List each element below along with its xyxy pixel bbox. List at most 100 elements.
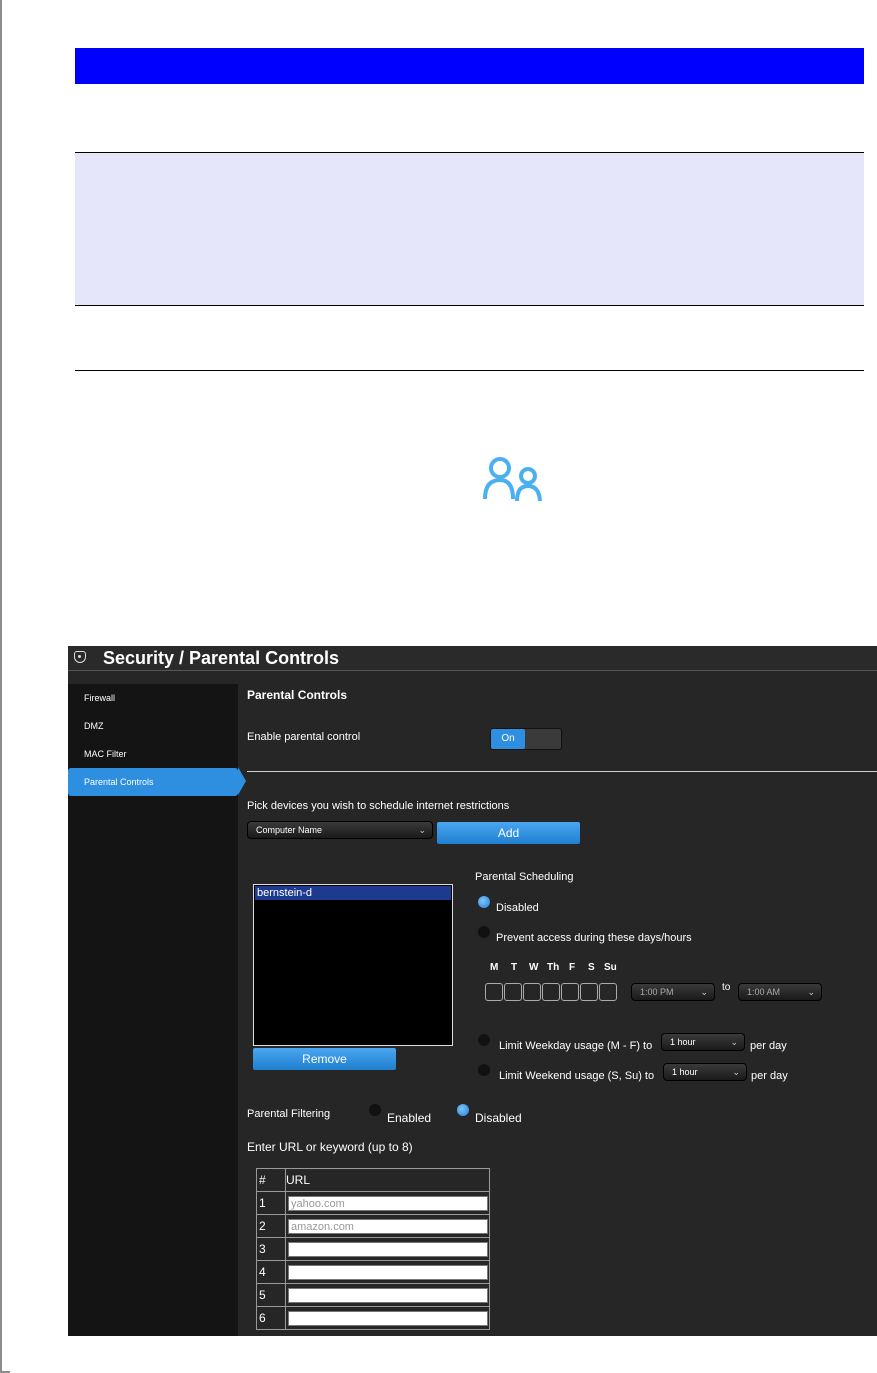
chevron-down-icon: ⌄ (700, 987, 708, 997)
url-cell: yahoo.com (285, 1191, 490, 1215)
day-label-w: W (529, 962, 539, 973)
schedule-disabled-radio[interactable] (478, 896, 490, 908)
weekend-limit-radio[interactable] (478, 1064, 490, 1076)
add-button[interactable]: Add (437, 822, 580, 844)
url-cell (285, 1260, 490, 1284)
weekday-limit-radio[interactable] (478, 1034, 490, 1046)
url-row-number: 1 (256, 1191, 286, 1215)
day-label-th: Th (547, 962, 560, 973)
url-row-number: 5 (256, 1283, 286, 1307)
url-prompt: Enter URL or keyword (up to 8) (247, 1140, 413, 1154)
day-label-su: Su (604, 962, 617, 973)
table-header-bar (75, 48, 864, 84)
url-input[interactable] (288, 1241, 488, 1257)
from-time-value: 1:00 PM (640, 987, 674, 997)
table-row: 5 (256, 1283, 490, 1307)
day-label-s: S (588, 962, 595, 973)
table-row: 2 amazon.com (256, 1214, 490, 1238)
table-row: 3 (256, 1237, 490, 1261)
pick-devices-label: Pick devices you wish to schedule intern… (247, 800, 510, 812)
day-label-m: M (490, 962, 499, 973)
url-cell (285, 1237, 490, 1261)
url-input[interactable]: yahoo.com (288, 1195, 488, 1211)
scheduling-title: Parental Scheduling (475, 871, 574, 883)
per-day-label: per day (751, 1070, 788, 1082)
table-row: 4 (256, 1260, 490, 1284)
url-input[interactable] (288, 1287, 488, 1303)
filtering-disabled-radio[interactable] (457, 1104, 469, 1116)
day-checkbox-su[interactable] (599, 983, 617, 1001)
url-table: # URL 1 yahoo.com 2 amazon.com 3 4 5 6 (256, 1168, 490, 1330)
table-row: 6 (256, 1306, 490, 1330)
url-col-num-header: # (256, 1168, 286, 1192)
schedule-disabled-label: Disabled (496, 902, 539, 914)
enable-parental-label: Enable parental control (247, 731, 361, 743)
to-time-select[interactable]: 1:00 AM ⌄ (738, 983, 822, 1001)
remove-button[interactable]: Remove (253, 1048, 396, 1070)
from-time-select[interactable]: 1:00 PM ⌄ (631, 983, 715, 1001)
main-content: Parental Controls Enable parental contro… (247, 646, 877, 1336)
filtering-enabled-radio[interactable] (369, 1104, 381, 1116)
day-checkbox-th[interactable] (542, 983, 560, 1001)
chevron-down-icon: ⌄ (732, 1067, 740, 1077)
url-cell (285, 1306, 490, 1330)
url-row-number: 3 (256, 1237, 286, 1261)
weekday-limit-label: Limit Weekday usage (M - F) to (499, 1040, 653, 1052)
url-col-url-header: URL (285, 1168, 490, 1192)
url-row-number: 6 (256, 1306, 286, 1330)
sidebar-item-dmz[interactable]: DMZ (68, 712, 238, 740)
url-row-number: 2 (256, 1214, 286, 1238)
list-item[interactable]: bernstein-d (255, 886, 451, 900)
to-label: to (722, 982, 731, 993)
table-row-2 (75, 153, 864, 306)
sidebar-item-firewall[interactable]: Firewall (68, 684, 238, 712)
page-left-edge (0, 0, 2, 1373)
parental-toggle[interactable]: On (490, 728, 562, 750)
weekend-hours-select[interactable]: 1 hour ⌄ (663, 1063, 747, 1081)
table-row: # URL (256, 1168, 490, 1192)
table-row-1 (75, 84, 864, 153)
table-row: 1 yahoo.com (256, 1191, 490, 1215)
shield-icon (74, 651, 86, 663)
weekday-hours-select[interactable]: 1 hour ⌄ (661, 1033, 745, 1051)
url-cell (285, 1283, 490, 1307)
chevron-down-icon: ⌄ (807, 987, 815, 997)
toggle-on-label: On (491, 729, 525, 749)
table-row-3 (75, 306, 864, 371)
day-checkbox-f[interactable] (561, 983, 579, 1001)
day-checkbox-w[interactable] (523, 983, 541, 1001)
url-input[interactable]: amazon.com (288, 1218, 488, 1234)
computer-select-value: Computer Name (256, 825, 323, 835)
per-day-label: per day (750, 1040, 787, 1052)
users-icon (483, 457, 542, 502)
url-input[interactable] (288, 1264, 488, 1280)
section-title: Parental Controls (247, 688, 348, 702)
sidebar-item-parental-controls[interactable]: Parental Controls (68, 768, 238, 796)
weekend-hours-value: 1 hour (672, 1067, 698, 1077)
url-cell: amazon.com (285, 1214, 490, 1238)
sidebar-item-mac-filter[interactable]: MAC Filter (68, 740, 238, 768)
device-list[interactable]: bernstein-d (253, 884, 453, 1046)
day-label-t: T (511, 962, 518, 973)
to-time-value: 1:00 AM (747, 987, 781, 997)
day-checkbox-m[interactable] (485, 983, 503, 1001)
url-row-number: 4 (256, 1260, 286, 1284)
divider (247, 771, 877, 772)
day-checkbox-t[interactable] (504, 983, 522, 1001)
filtering-disabled-label: Disabled (475, 1111, 522, 1125)
day-label-f: F (569, 962, 576, 973)
chevron-down-icon: ⌄ (418, 825, 426, 835)
filtering-enabled-label: Enabled (387, 1111, 432, 1125)
url-input[interactable] (288, 1310, 488, 1326)
weekend-limit-label: Limit Weekend usage (S, Su) to (499, 1070, 655, 1082)
day-checkbox-s[interactable] (580, 983, 598, 1001)
computer-name-select[interactable]: Computer Name ⌄ (247, 821, 433, 839)
schedule-prevent-label: Prevent access during these days/hours (496, 932, 692, 944)
sidebar: Firewall DMZ MAC Filter Parental Control… (68, 684, 238, 1336)
weekday-hours-value: 1 hour (670, 1037, 696, 1047)
router-ui-screenshot: Security / Parental Controls Firewall DM… (68, 646, 877, 1336)
active-arrow-icon (238, 767, 246, 795)
chevron-down-icon: ⌄ (730, 1037, 738, 1047)
filtering-label: Parental Filtering (247, 1108, 331, 1120)
schedule-prevent-radio[interactable] (478, 926, 490, 938)
